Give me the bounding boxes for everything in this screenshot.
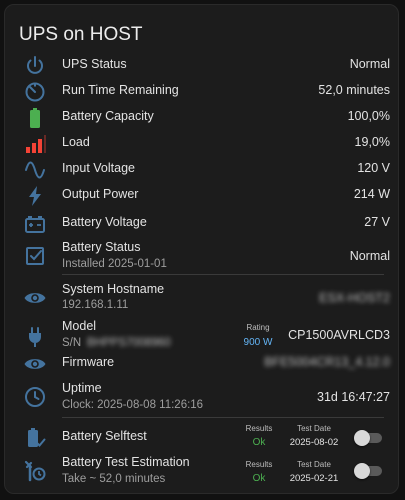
row-output-power[interactable]: Output Power 214 W — [5, 182, 398, 208]
card-title: UPS on HOST — [19, 24, 143, 45]
estimation-results-label: Results — [245, 460, 273, 469]
rating-label: Rating — [246, 323, 270, 332]
model-sn-prefix: S/N — [62, 337, 82, 349]
selftest-label: Battery Selftest — [62, 429, 147, 443]
checkbox-icon — [23, 244, 47, 268]
hostname-label: System Hostname — [62, 282, 165, 296]
divider — [62, 274, 384, 275]
battery-voltage-label: Battery Voltage — [62, 215, 147, 229]
ups-card: UPS on HOST UPS Status Normal Run Time R… — [4, 4, 399, 494]
input-voltage-value: 120 V — [357, 161, 390, 175]
row-hostname[interactable]: System Hostname 192.168.1.11 ESX-HOST2 — [5, 277, 398, 317]
row-selftest[interactable]: Battery Selftest Results Ok Test Date 20… — [5, 420, 398, 454]
model-value: CP1500AVRLCD3 — [288, 328, 390, 342]
row-model[interactable]: Model S/N BHPPS7008960 Rating 900 W CP15… — [5, 317, 398, 355]
row-ups-status[interactable]: UPS Status Normal — [5, 52, 398, 78]
row-battery-voltage[interactable]: Battery Voltage 27 V — [5, 210, 398, 236]
lightning-bolt-icon — [23, 184, 47, 208]
battery-status-value: Normal — [349, 249, 390, 263]
load-value: 19,0% — [354, 135, 390, 149]
sine-wave-icon — [23, 158, 47, 182]
wrench-clock-icon — [23, 459, 47, 483]
runtime-value: 52,0 minutes — [318, 83, 390, 97]
uptime-label: Uptime — [62, 381, 102, 395]
selftest-results-label: Results — [245, 424, 273, 433]
hostname-value: ESX-HOST2 — [319, 291, 390, 305]
battery-status-label: Battery Status — [62, 240, 141, 254]
estimation-take: Take ~ 52,0 minutes — [62, 473, 166, 485]
power-plug-icon — [23, 325, 47, 349]
timer-icon — [23, 80, 47, 104]
ups-status-label: UPS Status — [62, 57, 127, 71]
rating-value: 900 W — [243, 337, 273, 348]
firmware-label: Firmware — [62, 355, 115, 369]
uptime-value: 31d 16:47:27 — [317, 390, 390, 404]
estimation-date-label: Test Date — [297, 460, 331, 469]
hostname-ip: 192.168.1.11 — [62, 299, 129, 311]
row-input-voltage[interactable]: Input Voltage 120 V — [5, 156, 398, 182]
power-icon — [23, 54, 47, 78]
runtime-label: Run Time Remaining — [62, 83, 179, 97]
row-load[interactable]: Load 19,0% — [5, 130, 398, 156]
row-uptime[interactable]: Uptime Clock: 2025-08-08 11:26:16 31d 16… — [5, 378, 398, 416]
estimation-toggle[interactable] — [354, 463, 384, 479]
car-battery-icon — [23, 212, 47, 236]
eye-icon — [23, 286, 47, 310]
signal-bars-icon — [23, 132, 47, 156]
row-firmware[interactable]: Firmware BFE5004CR13_4.12.0 — [5, 351, 398, 377]
battery-status-installed: Installed 2025-01-01 — [62, 258, 167, 270]
capacity-label: Battery Capacity — [62, 109, 154, 123]
row-estimation[interactable]: Battery Test Estimation Take ~ 52,0 minu… — [5, 453, 398, 491]
battery-full-icon — [23, 106, 47, 130]
battery-check-icon — [23, 426, 47, 450]
eye-icon — [23, 352, 47, 376]
selftest-toggle[interactable] — [354, 430, 384, 446]
model-label: Model — [62, 319, 97, 333]
row-battery-status[interactable]: Battery Status Installed 2025-01-01 Norm… — [5, 236, 398, 274]
input-voltage-label: Input Voltage — [62, 161, 135, 175]
load-label: Load — [62, 135, 90, 149]
capacity-value: 100,0% — [347, 109, 390, 123]
ups-status-value: Normal — [349, 57, 390, 71]
estimation-date-value: 2025-02-21 — [289, 473, 339, 484]
output-power-label: Output Power — [62, 187, 139, 201]
selftest-date-value: 2025-08-02 — [289, 437, 339, 448]
row-runtime[interactable]: Run Time Remaining 52,0 minutes — [5, 78, 398, 104]
model-sn-value: BHPPS7008960 — [87, 337, 171, 349]
firmware-value: BFE5004CR13_4.12.0 — [264, 355, 390, 369]
selftest-date-label: Test Date — [297, 424, 331, 433]
row-capacity[interactable]: Battery Capacity 100,0% — [5, 104, 398, 130]
uptime-clock: Clock: 2025-08-08 11:26:16 — [62, 399, 204, 411]
estimation-label: Battery Test Estimation — [62, 455, 190, 469]
battery-voltage-value: 27 V — [364, 215, 390, 229]
output-power-value: 214 W — [353, 187, 390, 201]
divider — [62, 417, 384, 418]
clock-icon — [23, 385, 47, 409]
